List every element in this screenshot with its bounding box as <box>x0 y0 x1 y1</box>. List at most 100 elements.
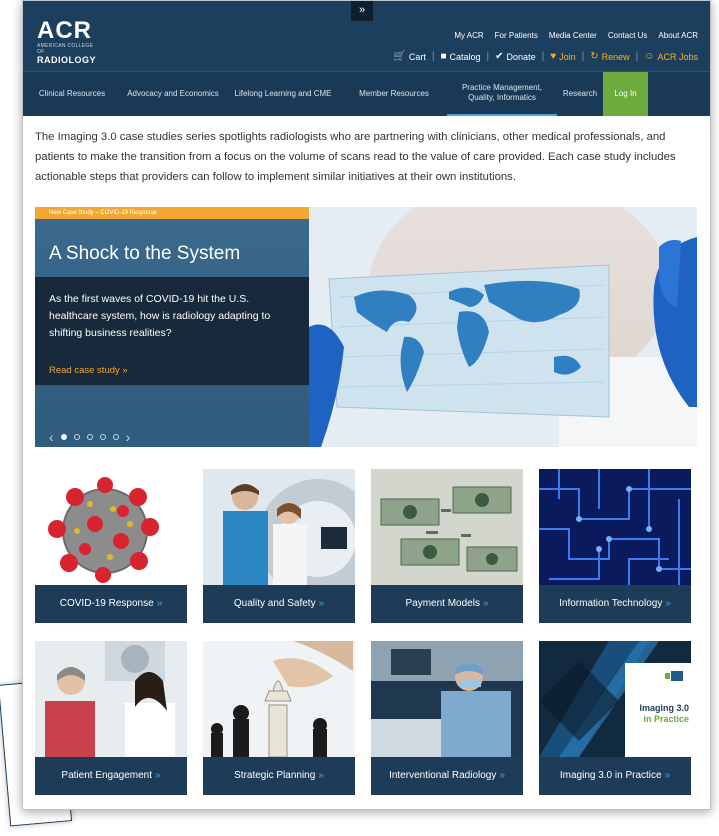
chevron-right-icon: » <box>318 770 324 781</box>
imaging-in-practice-image <box>539 641 691 757</box>
nav-advocacy-economics[interactable]: Advocacy and Economics <box>121 72 225 116</box>
hero-mask-illustration <box>309 207 697 447</box>
tile-label: Information Technology» <box>539 585 691 623</box>
tile-label: Strategic Planning» <box>203 757 355 795</box>
separator: | <box>581 51 585 62</box>
cart-label: Cart <box>408 51 426 62</box>
carousel-dot-3[interactable] <box>86 434 93 440</box>
donate-label: Donate <box>506 51 536 62</box>
main-nav: Clinical Resources Advocacy and Economic… <box>23 71 710 116</box>
tile-patient-engagement[interactable]: Patient Engagement» <box>35 641 187 795</box>
web-page: ACR AMERICAN COLLEGE OF RADIOLOGY » My A… <box>22 0 711 810</box>
nav-research[interactable]: Research <box>557 72 603 116</box>
link-contact-us[interactable]: Contact Us <box>608 31 648 40</box>
hero-title: A Shock to the System <box>49 243 241 264</box>
logo-acr-text: ACR <box>37 17 92 44</box>
chevron-right-icon: » <box>156 598 163 609</box>
renew-link[interactable]: ↻ Renew <box>590 51 629 62</box>
join-link[interactable]: ♥ Join <box>550 51 575 62</box>
hero-tag: New Case Study – COVID-19 Response <box>35 207 309 219</box>
separator: | <box>541 51 545 62</box>
badge-line-2: in Practice <box>643 714 689 724</box>
nav-member-resources[interactable]: Member Resources <box>341 72 447 116</box>
carousel-dot-1[interactable] <box>60 434 67 440</box>
cart-link[interactable]: 🛒 Cart <box>393 51 425 62</box>
tile-label-text: Patient Engagement <box>61 770 153 781</box>
logo-radiology: RADIOLOGY <box>37 55 97 65</box>
catalog-label: Catalog <box>449 51 481 62</box>
hero-carousel: New Case Study – COVID-19 Response A Sho… <box>35 207 697 447</box>
tile-label: Patient Engagement» <box>35 757 187 795</box>
acr-jobs-link[interactable]: ☺ ACR Jobs <box>644 51 698 62</box>
nav-practice-management[interactable]: Practice Management, Quality, Informatic… <box>447 72 557 116</box>
logo-subtitle: AMERICAN COLLEGE OF <box>37 43 94 55</box>
tile-interventional-radiology[interactable]: Interventional Radiology» <box>371 641 523 795</box>
link-my-acr[interactable]: My ACR <box>454 31 483 40</box>
carousel-controls: ‹ › <box>49 429 130 445</box>
tile-label-text: Information Technology <box>559 598 663 609</box>
strategic-planning-image <box>203 641 355 757</box>
join-label: Join <box>559 51 576 62</box>
quality-safety-image <box>203 469 355 585</box>
catalog-link[interactable]: ■ Catalog <box>440 51 480 62</box>
chevron-right-icon: » <box>664 770 671 781</box>
hero-description: As the first waves of COVID-19 hit the U… <box>49 293 271 339</box>
utility-links: 🛒 Cart | ■ Catalog | ✔ Donate | ♥ Join |… <box>393 51 698 62</box>
imaging-badge-text: Imaging 3.0 in Practice <box>631 703 689 725</box>
separator: | <box>486 51 490 62</box>
tile-imaging-3-in-practice[interactable]: Imaging 3.0 in Practice Imaging 3.0 in P… <box>539 641 691 795</box>
tile-covid-19-response[interactable]: COVID-19 Response» <box>35 469 187 623</box>
tile-quality-and-safety[interactable]: Quality and Safety» <box>203 469 355 623</box>
tile-payment-models[interactable]: Payment Models» <box>371 469 523 623</box>
information-technology-image <box>539 469 691 585</box>
renew-label: Renew <box>601 51 630 62</box>
top-links: My ACR For Patients Media Center Contact… <box>454 31 698 40</box>
covid-virus-image <box>35 469 187 585</box>
tile-label: Imaging 3.0 in Practice» <box>539 757 691 795</box>
chevron-left-icon[interactable]: ‹ <box>49 429 54 445</box>
separator: | <box>635 51 639 62</box>
hero-image <box>309 207 697 447</box>
heart-icon: ♥ <box>550 51 557 62</box>
tile-information-technology[interactable]: Information Technology» <box>539 469 691 623</box>
check-icon: ✔ <box>495 51 504 62</box>
link-media-center[interactable]: Media Center <box>549 31 597 40</box>
tile-label: Payment Models» <box>371 585 523 623</box>
book-icon: ■ <box>440 51 447 62</box>
chevron-right-icon[interactable]: › <box>126 429 131 445</box>
nav-clinical-resources[interactable]: Clinical Resources <box>23 72 121 116</box>
hero-panel: New Case Study – COVID-19 Response A Sho… <box>35 207 309 447</box>
link-for-patients[interactable]: For Patients <box>495 31 538 40</box>
chevron-right-icon: » <box>482 598 489 609</box>
chevron-right-icon: » <box>499 770 505 781</box>
read-case-study-link[interactable]: Read case study » <box>49 365 128 376</box>
tile-label-text: Interventional Radiology <box>389 770 497 781</box>
acr-logo[interactable]: ACR AMERICAN COLLEGE OF RADIOLOGY <box>37 17 133 66</box>
chevron-double-down-icon[interactable]: » <box>351 1 373 21</box>
nav-lifelong-learning[interactable]: Lifelong Learning and CME <box>225 72 341 116</box>
badge-line-1: Imaging 3.0 <box>639 703 689 713</box>
carousel-dot-2[interactable] <box>73 434 80 440</box>
tile-strategic-planning[interactable]: Strategic Planning» <box>203 641 355 795</box>
chevron-right-icon: » <box>665 598 671 609</box>
carousel-dot-4[interactable] <box>99 434 106 440</box>
tile-label-text: Imaging 3.0 in Practice <box>559 770 662 781</box>
tile-label-text: Payment Models <box>405 598 480 609</box>
tile-label: Quality and Safety» <box>203 585 355 623</box>
acr-jobs-label: ACR Jobs <box>657 51 698 62</box>
tile-label: COVID-19 Response» <box>35 585 187 623</box>
donate-link[interactable]: ✔ Donate <box>495 51 535 62</box>
chevron-right-icon: » <box>155 770 161 781</box>
chevron-right-icon: » <box>318 598 325 609</box>
payment-models-image <box>371 469 523 585</box>
patient-engagement-image <box>35 641 187 757</box>
carousel-dot-5[interactable] <box>112 434 119 440</box>
tile-label-text: Strategic Planning <box>234 770 316 781</box>
refresh-icon: ↻ <box>590 51 599 62</box>
tile-label: Interventional Radiology» <box>371 757 523 795</box>
interventional-radiology-image <box>371 641 523 757</box>
tile-label-text: COVID-19 Response <box>59 598 154 609</box>
link-about-acr[interactable]: About ACR <box>658 31 698 40</box>
login-button[interactable]: Log In <box>603 72 648 116</box>
cart-icon: 🛒 <box>393 51 406 62</box>
